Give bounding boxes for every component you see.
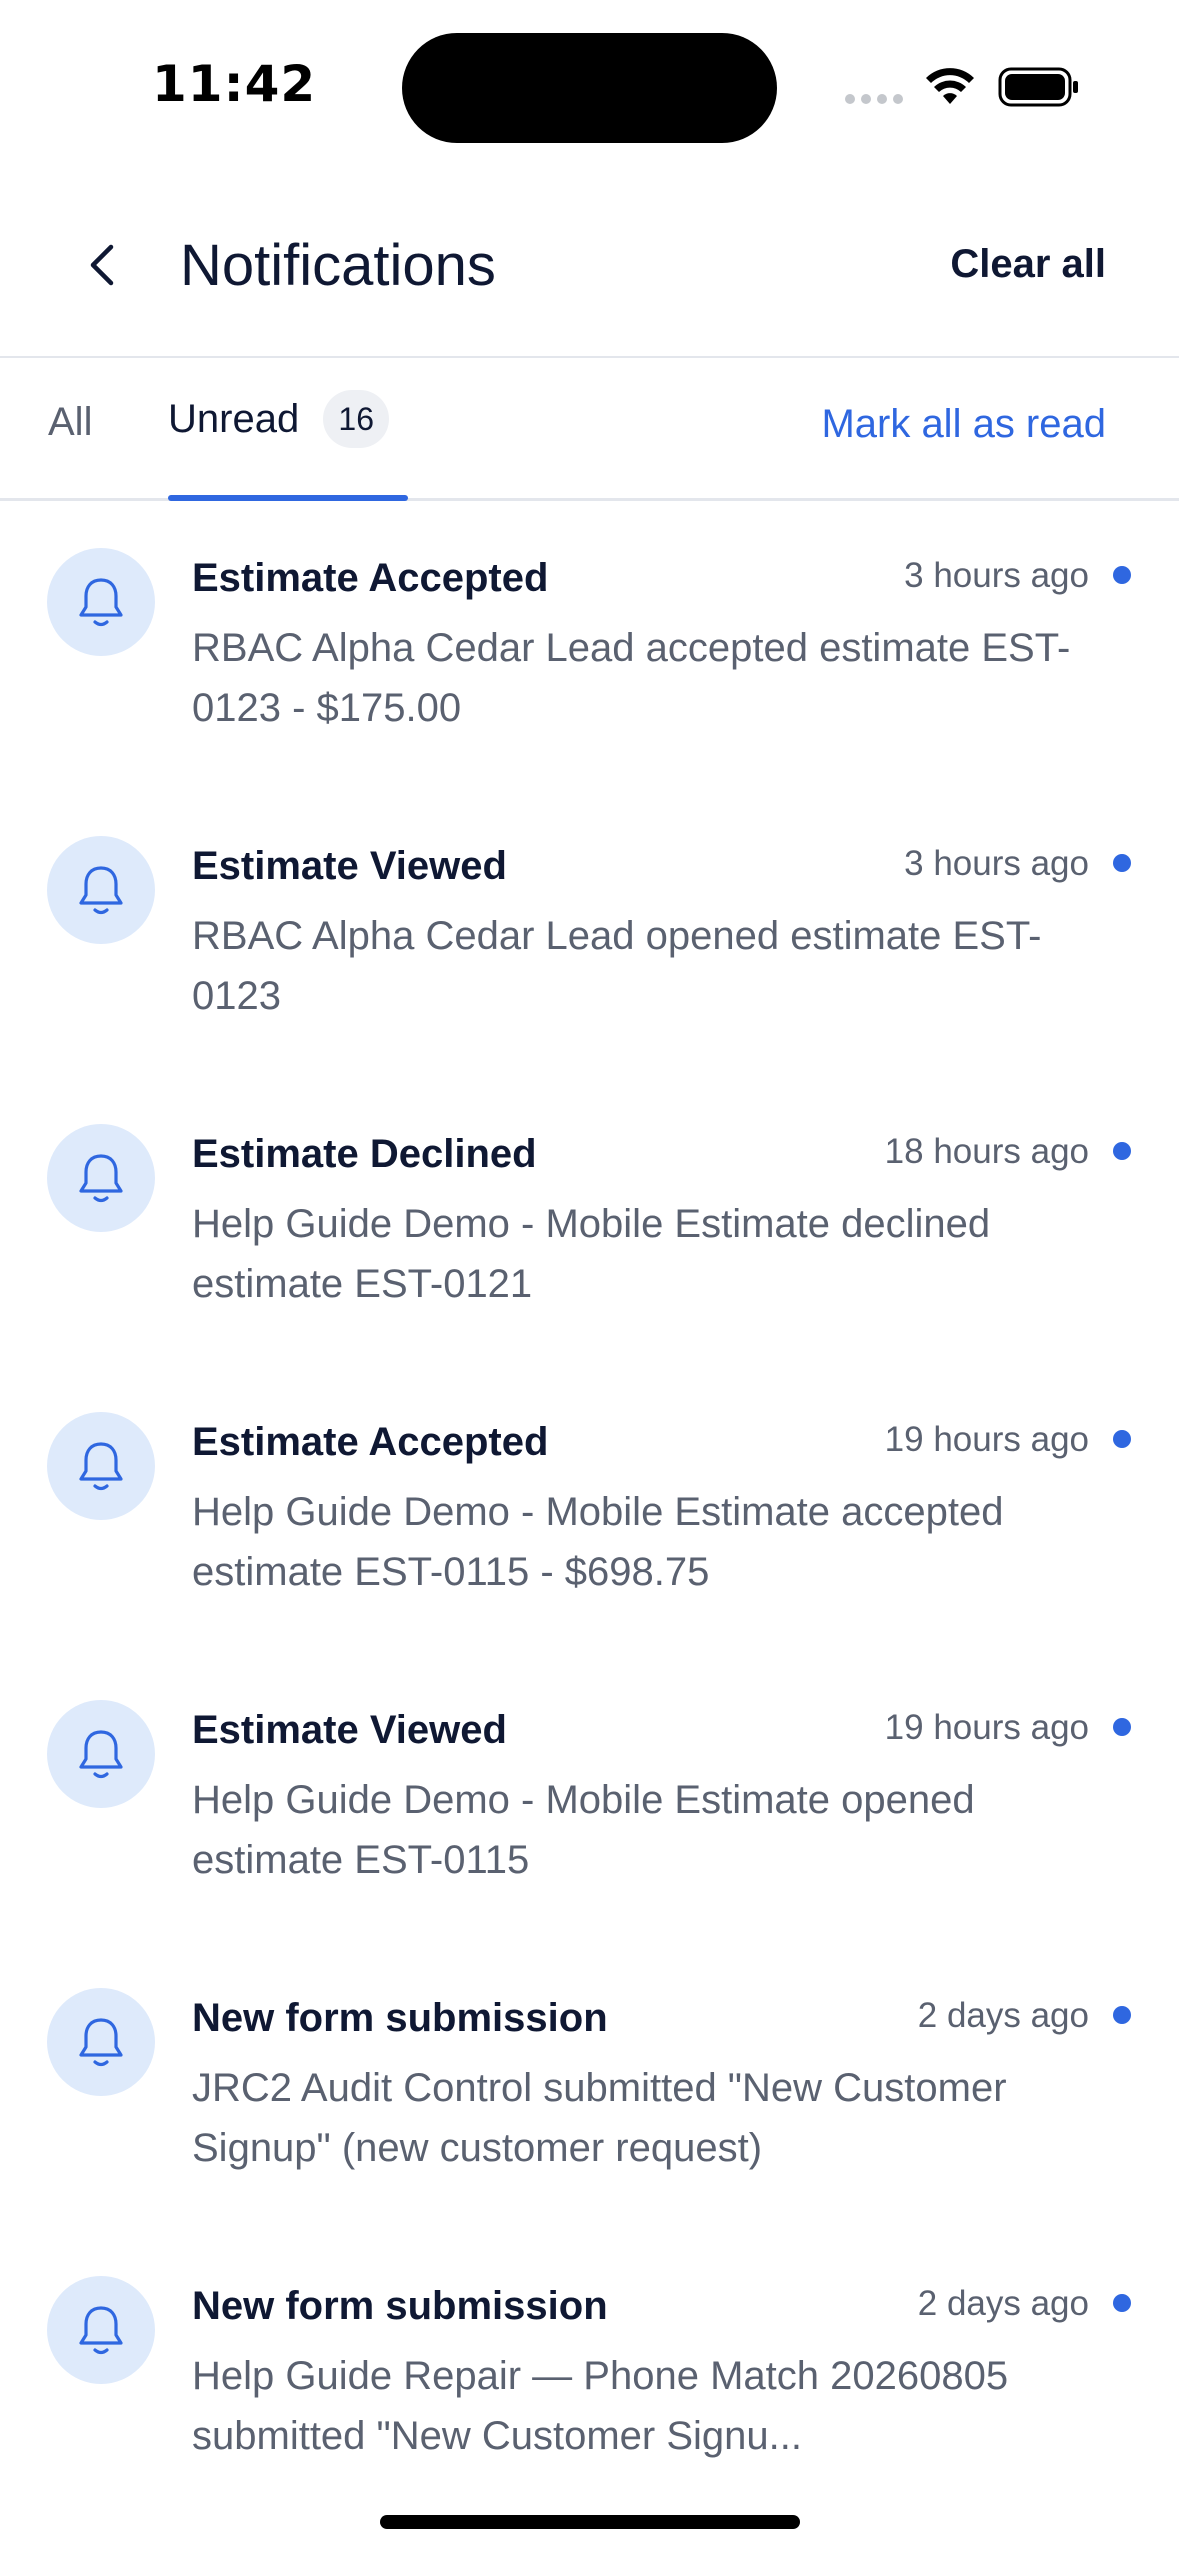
bell-icon xyxy=(47,836,155,944)
unread-dot xyxy=(1113,2006,1131,2024)
notification-item[interactable]: Estimate Accepted 3 hours ago RBAC Alpha… xyxy=(0,500,1179,788)
status-time: 11:42 xyxy=(152,55,317,113)
notification-title: Estimate Viewed xyxy=(192,1708,507,1752)
notification-body: Help Guide Demo - Mobile Estimate accept… xyxy=(192,1490,1004,1594)
notification-item[interactable]: Estimate Viewed 3 hours ago RBAC Alpha C… xyxy=(0,788,1179,1076)
bell-icon xyxy=(47,1412,155,1520)
unread-dot xyxy=(1113,1718,1131,1736)
notification-title: Estimate Viewed xyxy=(192,844,507,888)
notification-body: JRC2 Audit Control submitted "New Custom… xyxy=(192,2066,1007,2170)
clear-all-button[interactable]: Clear all xyxy=(950,242,1106,287)
notification-time: 3 hours ago xyxy=(904,844,1089,883)
notification-item[interactable]: Estimate Viewed 19 hours ago Help Guide … xyxy=(0,1652,1179,1940)
back-button[interactable] xyxy=(70,233,134,297)
page-title: Notifications xyxy=(180,233,496,298)
battery-icon xyxy=(998,67,1078,107)
bell-icon xyxy=(47,1700,155,1808)
bell-icon xyxy=(47,1124,155,1232)
chevron-left-icon xyxy=(90,244,114,286)
notification-title: New form submission xyxy=(192,2284,608,2328)
bell-icon xyxy=(47,1988,155,2096)
navigation-header: Notifications Clear all xyxy=(0,180,1179,358)
notification-time: 19 hours ago xyxy=(884,1420,1089,1459)
notification-time: 2 days ago xyxy=(917,1996,1089,2035)
unread-count-badge: 16 xyxy=(323,390,390,448)
wifi-icon xyxy=(926,68,974,104)
cellular-signal-icon xyxy=(845,94,903,104)
notification-item[interactable]: Estimate Accepted 19 hours ago Help Guid… xyxy=(0,1364,1179,1652)
notification-body: RBAC Alpha Cedar Lead opened estimate ES… xyxy=(192,914,1042,1018)
notification-title: New form submission xyxy=(192,1996,608,2040)
notification-title: Estimate Declined xyxy=(192,1132,537,1176)
tab-all[interactable]: All xyxy=(48,400,92,445)
notification-body: Help Guide Demo - Mobile Estimate declin… xyxy=(192,1202,991,1306)
notification-title: Estimate Accepted xyxy=(192,1420,549,1464)
status-bar: 11:42 xyxy=(0,0,1179,170)
unread-dot xyxy=(1113,566,1131,584)
notification-time: 18 hours ago xyxy=(884,1132,1089,1171)
unread-dot xyxy=(1113,854,1131,872)
notification-title: Estimate Accepted xyxy=(192,556,549,600)
unread-dot xyxy=(1113,2294,1131,2312)
notification-item[interactable]: New form submission 2 days ago Help Guid… xyxy=(0,2228,1179,2516)
unread-dot xyxy=(1113,1142,1131,1160)
notification-body: RBAC Alpha Cedar Lead accepted estimate … xyxy=(192,626,1071,730)
notification-time: 19 hours ago xyxy=(884,1708,1089,1747)
tab-unread-label: Unread xyxy=(168,396,300,441)
tab-unread[interactable]: Unread 16 xyxy=(168,390,390,448)
notification-body: Help Guide Repair — Phone Match 20260805… xyxy=(192,2354,1009,2458)
bell-icon xyxy=(47,548,155,656)
home-indicator xyxy=(380,2515,800,2529)
unread-dot xyxy=(1113,1430,1131,1448)
mark-all-as-read-button[interactable]: Mark all as read xyxy=(821,402,1106,447)
notification-time: 2 days ago xyxy=(917,2284,1089,2323)
bell-icon xyxy=(47,2276,155,2384)
tabs-bar: All Unread 16 Mark all as read xyxy=(0,358,1179,501)
dynamic-island xyxy=(402,33,777,143)
notification-list: Estimate Accepted 3 hours ago RBAC Alpha… xyxy=(0,500,1179,2516)
notification-item[interactable]: New form submission 2 days ago JRC2 Audi… xyxy=(0,1940,1179,2228)
notification-body: Help Guide Demo - Mobile Estimate opened… xyxy=(192,1778,975,1882)
notification-item[interactable]: Estimate Declined 18 hours ago Help Guid… xyxy=(0,1076,1179,1364)
notification-time: 3 hours ago xyxy=(904,556,1089,595)
